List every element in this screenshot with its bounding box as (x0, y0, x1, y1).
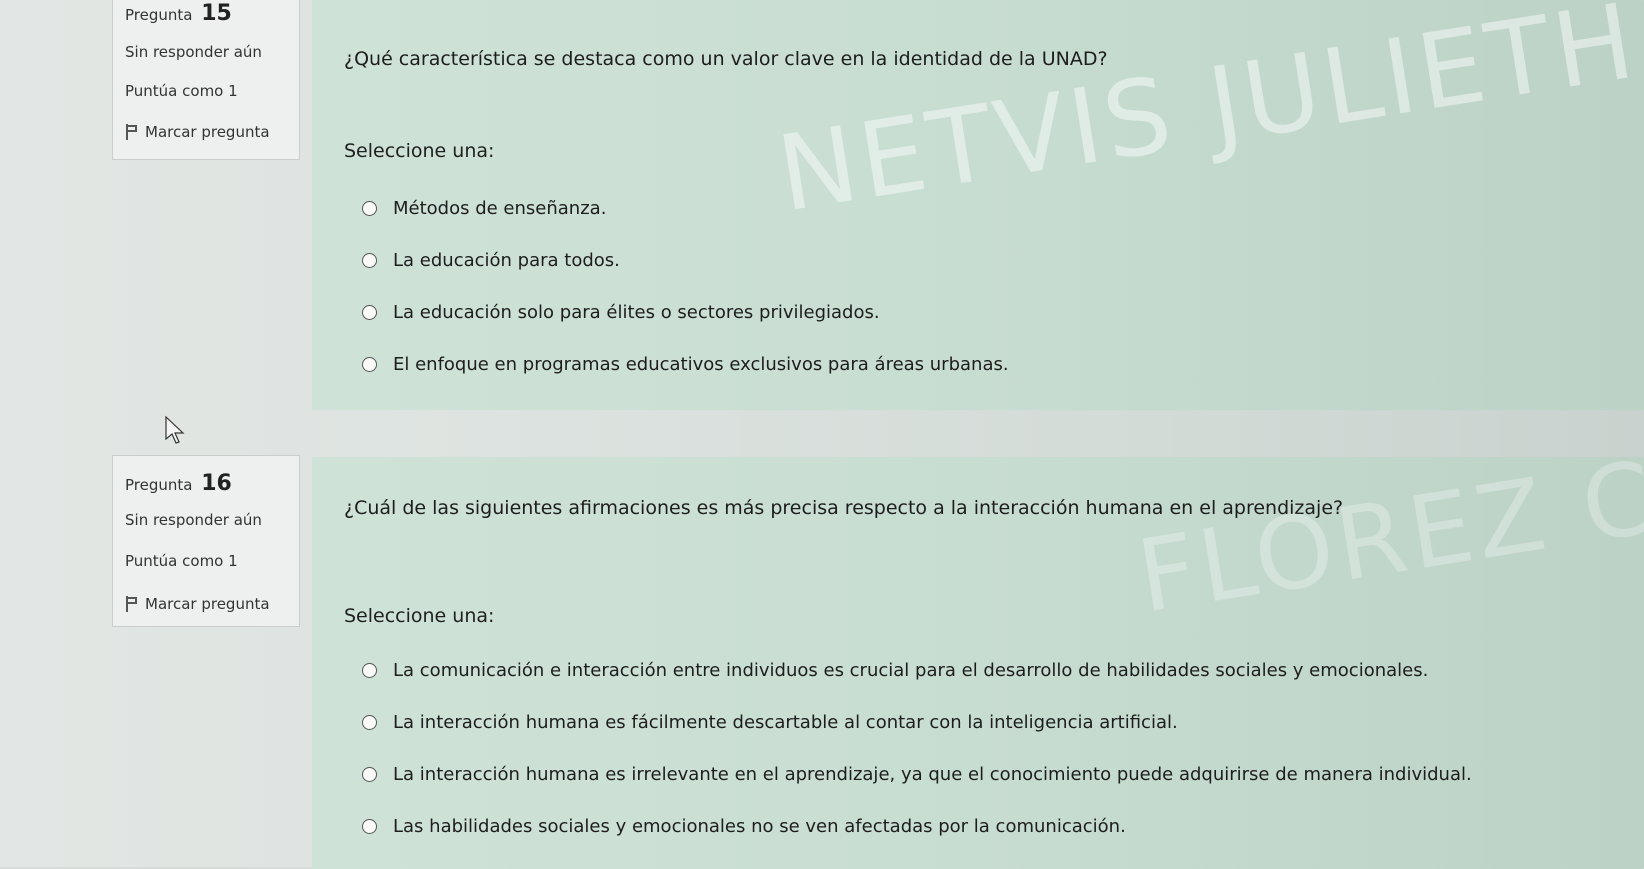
answer-prompt: Seleccione una: (344, 140, 495, 162)
radio-button[interactable] (362, 252, 377, 268)
answer-option[interactable]: La educación solo para élites o sectores… (362, 292, 1644, 344)
answer-option[interactable]: Métodos de enseñanza. (362, 188, 1644, 240)
answer-option[interactable]: La interacción humana es irrelevante en … (362, 754, 1644, 806)
answer-option[interactable]: El enfoque en programas educativos exclu… (362, 344, 1644, 396)
mouse-cursor-icon (165, 415, 185, 444)
answer-option[interactable]: Las habilidades sociales y emocionales n… (362, 806, 1644, 858)
question-number: Pregunta 16 (125, 471, 232, 496)
answer-label[interactable]: La comunicación e interacción entre indi… (393, 660, 1428, 681)
flag-question-button[interactable]: Marcar pregunta (125, 123, 270, 141)
question-info-panel: Pregunta 16 Sin responder aún Puntúa com… (112, 455, 300, 627)
answer-list: Métodos de enseñanza. La educación para … (362, 188, 1644, 396)
question-number-value: 16 (201, 471, 232, 496)
radio-button[interactable] (362, 304, 377, 320)
question-grade: Puntúa como 1 (125, 82, 238, 100)
answer-option[interactable]: La comunicación e interacción entre indi… (362, 650, 1644, 702)
answer-label[interactable]: La educación para todos. (393, 250, 620, 271)
radio-button[interactable] (362, 356, 377, 372)
question-16: Pregunta 16 Sin responder aún Puntúa com… (112, 455, 1644, 869)
radio-button[interactable] (362, 714, 377, 730)
answer-label[interactable]: La interacción humana es fácilmente desc… (393, 712, 1178, 733)
answer-label[interactable]: El enfoque en programas educativos exclu… (393, 354, 1009, 375)
answer-label[interactable]: La educación solo para élites o sectores… (393, 302, 880, 323)
radio-button[interactable] (362, 766, 377, 782)
flag-icon (125, 124, 137, 140)
question-content: ¿Cuál de las siguientes afirmaciones es … (312, 457, 1644, 869)
question-number-label: Pregunta (125, 476, 193, 494)
question-text: ¿Qué característica se destaca como un v… (344, 48, 1108, 70)
question-text: ¿Cuál de las siguientes afirmaciones es … (344, 497, 1344, 519)
answer-label[interactable]: Las habilidades sociales y emocionales n… (393, 816, 1126, 837)
question-state: Sin responder aún (125, 511, 262, 529)
flag-question-button[interactable]: Marcar pregunta (125, 595, 270, 613)
question-number: Pregunta 15 (125, 1, 232, 26)
question-grade: Puntúa como 1 (125, 552, 238, 570)
flag-question-label: Marcar pregunta (145, 123, 270, 141)
question-info-panel: Pregunta 15 Sin responder aún Puntúa com… (112, 0, 300, 160)
question-content: ¿Qué característica se destaca como un v… (312, 0, 1644, 410)
flag-question-label: Marcar pregunta (145, 595, 270, 613)
radio-button[interactable] (362, 818, 377, 834)
answer-option[interactable]: La educación para todos. (362, 240, 1644, 292)
radio-button[interactable] (362, 662, 377, 678)
radio-button[interactable] (362, 200, 377, 216)
question-number-value: 15 (201, 1, 232, 26)
question-15: Pregunta 15 Sin responder aún Puntúa com… (112, 0, 1644, 410)
answer-option[interactable]: La interacción humana es fácilmente desc… (362, 702, 1644, 754)
answer-label[interactable]: Métodos de enseñanza. (393, 198, 606, 219)
quiz-page: Pregunta 15 Sin responder aún Puntúa com… (0, 0, 1644, 869)
question-state: Sin responder aún (125, 43, 262, 61)
flag-icon (125, 596, 137, 612)
answer-label[interactable]: La interacción humana es irrelevante en … (393, 764, 1472, 785)
answer-prompt: Seleccione una: (344, 605, 495, 627)
question-number-label: Pregunta (125, 6, 193, 24)
answer-list: La comunicación e interacción entre indi… (362, 650, 1644, 858)
